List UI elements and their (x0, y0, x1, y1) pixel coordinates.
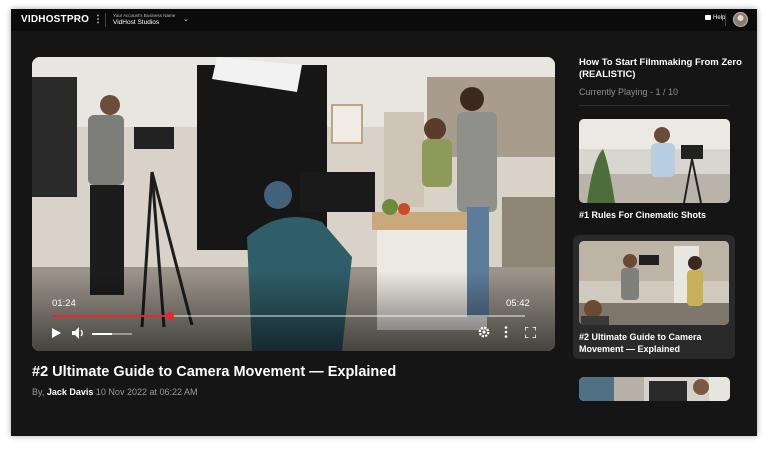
top-bar: VIDHOSTPRO ⋮ Your Account's Business Nam… (11, 9, 757, 31)
video-meta: By, Jack Davis 10 Nov 2022 at 06:22 AM (32, 387, 198, 397)
chevron-down-icon[interactable]: ⌄ (183, 15, 189, 23)
divider (725, 14, 726, 26)
author-name[interactable]: Jack Davis (47, 387, 94, 397)
avatar[interactable] (733, 12, 748, 27)
account-name[interactable]: VidHost Studios (113, 19, 159, 26)
video-player[interactable]: 01:24 05:42 (32, 57, 555, 351)
video-thumbnail (579, 119, 730, 203)
playlist-item[interactable]: #1 Rules For Cinematic Shots (573, 113, 738, 225)
duration: 05:42 (506, 298, 530, 309)
fullscreen-icon[interactable] (525, 327, 536, 338)
more-vertical-icon[interactable] (504, 326, 508, 338)
gear-icon[interactable] (478, 326, 490, 338)
volume-fill (92, 333, 112, 335)
more-vertical-icon[interactable]: ⋮ (93, 14, 103, 25)
item-title: #1 Rules For Cinematic Shots (579, 210, 707, 220)
divider (105, 13, 106, 27)
play-icon[interactable] (52, 328, 61, 338)
help-label: Help (713, 15, 726, 21)
video-thumbnail (579, 377, 730, 401)
volume-icon[interactable] (72, 327, 86, 339)
playlist-item[interactable] (573, 371, 738, 401)
video-thumbnail (579, 241, 729, 325)
app-window: VIDHOSTPRO ⋮ Your Account's Business Nam… (11, 9, 757, 436)
playlist-title: How To Start Filmmaking From Zero (REALI… (579, 57, 742, 80)
help-icon (705, 15, 711, 20)
account-label: Your Account's Business Name (113, 13, 176, 18)
progress-bar[interactable] (52, 312, 525, 320)
item-title: #2 Ultimate Guide to Camera Movement — E… (579, 332, 702, 354)
help-button[interactable]: Help (705, 15, 725, 21)
progress-fill (52, 315, 171, 317)
brand-logo[interactable]: VIDHOSTPRO (21, 14, 89, 25)
publish-date: 10 Nov 2022 at 06:22 AM (95, 387, 198, 397)
divider (579, 105, 729, 106)
playlist-status: Currently Playing - 1 / 10 (579, 87, 679, 97)
playlist-item-active[interactable]: #2 Ultimate Guide to Camera Movement — E… (573, 235, 735, 359)
video-title: #2 Ultimate Guide to Camera Movement — E… (32, 364, 397, 380)
controls-gradient (32, 271, 555, 351)
by-prefix: By, (32, 387, 45, 397)
volume-slider[interactable] (92, 333, 132, 335)
current-time: 01:24 (52, 298, 76, 309)
